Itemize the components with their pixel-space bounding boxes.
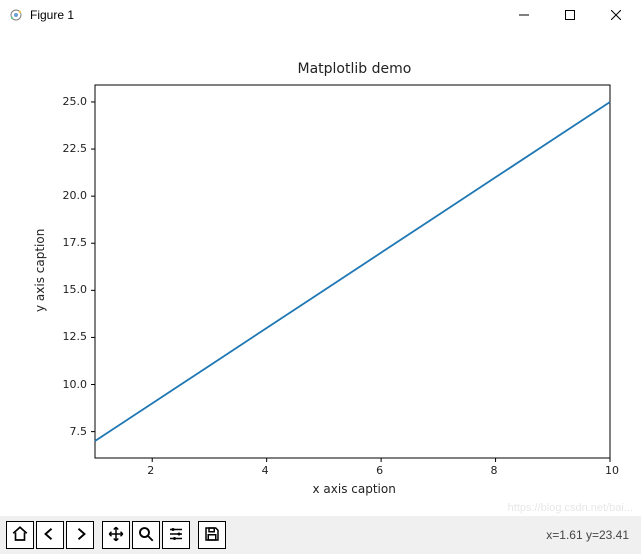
home-button[interactable] xyxy=(6,521,34,549)
pan-button[interactable] xyxy=(102,521,130,549)
chart-svg xyxy=(0,30,641,516)
window-title: Figure 1 xyxy=(30,8,74,22)
maximize-button[interactable] xyxy=(547,0,593,30)
back-button[interactable] xyxy=(36,521,64,549)
home-icon xyxy=(11,525,29,546)
chart-title: Matplotlib demo xyxy=(298,61,412,77)
app-icon xyxy=(8,7,24,23)
navigation-toolbar: x=1.61 y=23.41 xyxy=(0,516,641,554)
coord-readout: x=1.61 y=23.41 xyxy=(546,528,635,542)
data-line xyxy=(95,102,610,441)
minimize-button[interactable] xyxy=(501,0,547,30)
pan-icon xyxy=(107,525,125,546)
zoom-icon xyxy=(137,525,155,546)
back-icon xyxy=(41,525,59,546)
titlebar: Figure 1 xyxy=(0,0,641,30)
zoom-button[interactable] xyxy=(132,521,160,549)
configure-subplots-icon xyxy=(167,525,185,546)
save-figure-button[interactable] xyxy=(198,521,226,549)
y-axis-label: y axis caption xyxy=(33,228,47,311)
plot-area[interactable]: 2468107.510.012.515.017.520.022.525.0Mat… xyxy=(0,30,641,516)
save-figure-icon xyxy=(203,525,221,546)
forward-icon xyxy=(71,525,89,546)
x-axis-label: x axis caption xyxy=(313,482,396,496)
close-button[interactable] xyxy=(593,0,639,30)
forward-button[interactable] xyxy=(66,521,94,549)
configure-subplots-button[interactable] xyxy=(162,521,190,549)
